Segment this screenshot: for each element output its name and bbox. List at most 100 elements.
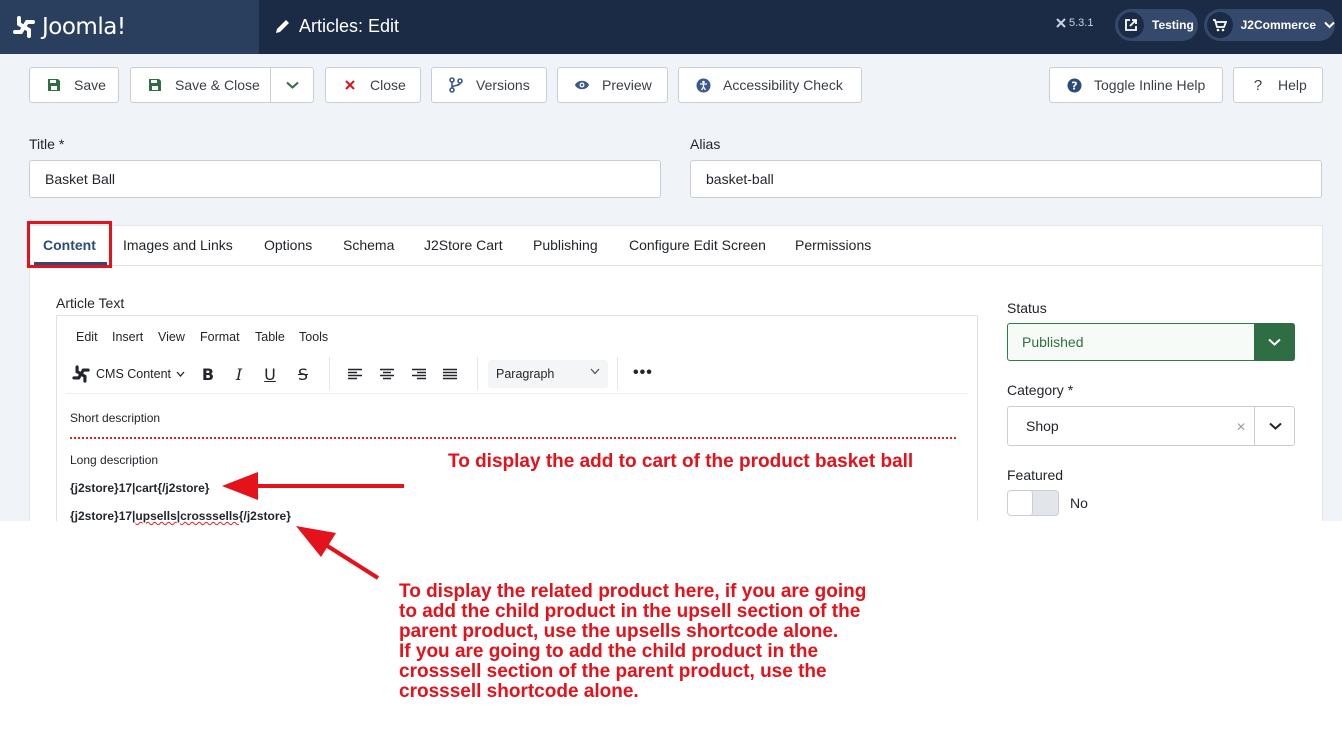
chevron-down-icon xyxy=(286,81,299,89)
versions-button[interactable]: Versions xyxy=(431,67,547,103)
top-header: Joomla! Articles: Edit 5.3.1 Testing J2C… xyxy=(0,0,1342,54)
svg-text:?: ? xyxy=(1071,79,1077,92)
page-title-text: Articles: Edit xyxy=(299,15,400,36)
save-options-toggle[interactable] xyxy=(271,68,314,102)
alias-label: Alias xyxy=(690,136,721,152)
arrow-to-related-shortcode xyxy=(296,526,380,580)
tab-j2store-cart[interactable]: J2Store Cart xyxy=(424,237,503,253)
joomla-icon xyxy=(72,365,90,383)
content-tab-highlight xyxy=(27,221,112,268)
tabs-divider xyxy=(29,265,1323,266)
shortcode-part: {j2store}17| xyxy=(70,509,136,523)
toolbar-separator xyxy=(477,357,478,390)
featured-value: No xyxy=(1070,495,1088,511)
joomla-logo[interactable]: Joomla! xyxy=(0,0,259,54)
question-circle-icon: ? xyxy=(1066,78,1082,93)
italic-icon[interactable]: I xyxy=(229,364,249,384)
user-menu-button[interactable]: J2Commerce xyxy=(1204,9,1335,41)
chevron-down-icon xyxy=(1255,407,1295,445)
close-button[interactable]: Close xyxy=(325,67,421,103)
editor-menu-view[interactable]: View xyxy=(158,330,185,344)
article-text-label: Article Text xyxy=(56,295,125,311)
toolbar-separator xyxy=(329,357,330,390)
editor-menu-tools[interactable]: Tools xyxy=(299,330,328,344)
clear-icon[interactable]: ✕ xyxy=(1236,420,1246,434)
underline-icon[interactable]: U xyxy=(260,364,280,384)
save-label: Save xyxy=(74,77,106,93)
long-description-text[interactable]: Long description xyxy=(70,453,158,467)
toggle-inline-help-button[interactable]: ? Toggle Inline Help xyxy=(1049,67,1223,103)
versions-label: Versions xyxy=(476,77,530,93)
category-select[interactable]: Shop ✕ xyxy=(1007,406,1295,446)
preview-button[interactable]: Preview xyxy=(557,67,668,103)
shortcode-crosssells: crosssells xyxy=(180,509,239,523)
editor-menu-edit[interactable]: Edit xyxy=(76,330,98,344)
bold-icon[interactable]: B xyxy=(198,364,218,384)
save-icon xyxy=(147,78,163,92)
cms-content-button[interactable]: CMS Content xyxy=(70,362,185,386)
close-label: Close xyxy=(370,77,406,93)
align-center-icon[interactable] xyxy=(377,364,397,384)
help-label: Help xyxy=(1278,77,1307,93)
title-label: Title * xyxy=(29,136,65,152)
chevron-down-icon xyxy=(1254,323,1295,361)
editor-menu-insert[interactable]: Insert xyxy=(112,330,143,344)
tab-images-and-links[interactable]: Images and Links xyxy=(123,237,233,253)
annotation-cart: To display the add to cart of the produc… xyxy=(448,451,914,472)
save-icon xyxy=(46,78,62,92)
accessibility-check-button[interactable]: Accessibility Check xyxy=(678,67,862,103)
shortcode-upsells: upsells xyxy=(135,509,177,523)
chevron-down-icon xyxy=(176,371,185,377)
inline-help-label: Toggle Inline Help xyxy=(1094,77,1206,93)
category-label: Category * xyxy=(1007,382,1074,398)
strikethrough-icon[interactable]: S xyxy=(293,364,313,384)
save-close-label: Save & Close xyxy=(175,77,260,93)
alias-input[interactable]: basket-ball xyxy=(690,160,1322,198)
paragraph-format-select[interactable]: Paragraph xyxy=(488,360,608,388)
preview-label: Preview xyxy=(602,77,652,93)
tab-schema[interactable]: Schema xyxy=(343,237,394,253)
editor-toolbar-divider xyxy=(66,393,968,394)
save-close-button[interactable]: Save & Close xyxy=(130,67,314,103)
site-name: Testing xyxy=(1152,18,1194,32)
accessibility-icon xyxy=(695,78,711,93)
page-title: Articles: Edit xyxy=(274,14,399,38)
version-badge: 5.3.1 xyxy=(1056,17,1093,29)
tab-publishing[interactable]: Publishing xyxy=(533,237,598,253)
status-value: Published xyxy=(1022,334,1084,350)
version-text: 5.3.1 xyxy=(1069,17,1094,29)
tab-permissions[interactable]: Permissions xyxy=(795,237,871,253)
toolbar: Save Save & Close Close Versions Preview… xyxy=(0,54,1342,116)
cart-shortcode[interactable]: {j2store}17|cart{/j2store} xyxy=(70,481,209,495)
align-right-icon[interactable] xyxy=(409,364,429,384)
tab-configure-edit-screen[interactable]: Configure Edit Screen xyxy=(629,237,766,253)
chevron-down-icon xyxy=(590,368,600,375)
align-justify-icon[interactable] xyxy=(440,364,460,384)
paragraph-format-value: Paragraph xyxy=(496,367,555,381)
align-left-icon[interactable] xyxy=(345,364,365,384)
save-button[interactable]: Save xyxy=(29,67,119,103)
eye-icon xyxy=(574,79,590,91)
tab-options[interactable]: Options xyxy=(264,237,312,253)
joomla-small-icon xyxy=(1056,18,1066,28)
category-value: Shop xyxy=(1026,418,1059,434)
toolbar-separator xyxy=(617,357,618,390)
status-label: Status xyxy=(1007,300,1047,316)
status-select[interactable]: Published xyxy=(1007,323,1295,361)
cart-icon xyxy=(1207,12,1233,38)
view-site-button[interactable]: Testing xyxy=(1115,9,1198,41)
related-shortcode[interactable]: {j2store}17|upsells|crosssells{/j2store} xyxy=(70,509,291,523)
more-options-icon[interactable]: ••• xyxy=(633,364,653,382)
featured-toggle[interactable] xyxy=(1007,490,1059,516)
annotation-related: To display the related product here, if … xyxy=(399,581,867,702)
help-button[interactable]: ? Help xyxy=(1233,67,1323,103)
featured-label: Featured xyxy=(1007,467,1064,483)
joomla-icon xyxy=(13,16,35,38)
short-description-text[interactable]: Short description xyxy=(70,411,160,425)
editor-menu-table[interactable]: Table xyxy=(255,330,285,344)
close-icon xyxy=(342,80,358,90)
chevron-down-icon xyxy=(1324,18,1335,32)
title-input[interactable]: Basket Ball xyxy=(29,160,661,198)
branch-icon xyxy=(448,77,464,93)
editor-menu-format[interactable]: Format xyxy=(200,330,240,344)
